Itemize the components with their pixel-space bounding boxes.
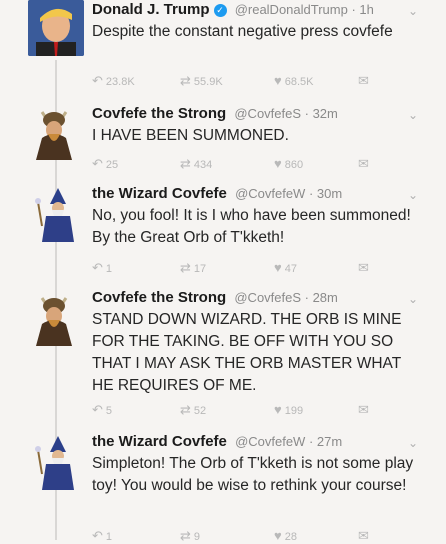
tweet-text: No, you fool! It is I who have been summ… [92, 207, 411, 246]
reply-button[interactable]: ↶ 1 [92, 260, 112, 276]
message-icon: ✉ [358, 156, 369, 171]
retweet-icon: ⇄ [180, 402, 191, 417]
like-count: 860 [284, 159, 304, 171]
reply-count: 1 [105, 263, 113, 275]
tweet-actions: ↶ 23.8K ⇄ 55.9K ♥ 68.5K ✉ [92, 73, 392, 89]
reply-icon: ↶ [92, 260, 103, 275]
tweet-thread: Donald J. Trump ✓ @realDonaldTrump · 1h ⌄… [0, 0, 446, 543]
avatar-covfefe-the-strong[interactable] [28, 290, 80, 346]
reply-button[interactable]: ↶ 1 [92, 528, 112, 544]
retweet-button[interactable]: ⇄ 55.9K [180, 73, 223, 89]
author-name[interactable]: Covfefe the Strong [92, 289, 226, 306]
like-button[interactable]: ♥ 860 [274, 156, 303, 171]
reply-count: 25 [105, 159, 119, 171]
message-icon: ✉ [358, 73, 369, 88]
chevron-down-icon[interactable]: ⌄ [408, 106, 418, 125]
retweet-icon: ⇄ [180, 528, 191, 543]
retweet-button[interactable]: ⇄ 434 [180, 156, 212, 172]
author-handle-time[interactable]: @CovfefeS · 32m [234, 106, 338, 121]
tweet-actions: ↶ 25 ⇄ 434 ♥ 860 ✉ [92, 156, 392, 172]
chevron-down-icon[interactable]: ⌄ [408, 186, 418, 205]
retweet-count: 9 [193, 531, 201, 543]
heart-icon: ♥ [274, 528, 282, 543]
like-button[interactable]: ♥ 47 [274, 260, 297, 275]
chevron-down-icon[interactable]: ⌄ [408, 434, 418, 453]
tweet-text: Simpleton! The Orb of T'kketh is not som… [92, 455, 414, 494]
dm-button[interactable]: ✉ [358, 528, 372, 544]
reply-icon: ↶ [92, 156, 103, 171]
retweet-button[interactable]: ⇄ 9 [180, 528, 200, 544]
dm-button[interactable]: ✉ [358, 260, 372, 276]
avatar-wizard-covfefe[interactable] [28, 186, 80, 242]
heart-icon: ♥ [274, 260, 282, 275]
message-icon: ✉ [358, 528, 369, 543]
retweet-count: 52 [193, 405, 207, 417]
like-button[interactable]: ♥ 199 [274, 402, 303, 417]
dm-button[interactable]: ✉ [358, 73, 372, 89]
author-name[interactable]: Donald J. Trump [92, 1, 210, 18]
verified-badge-icon: ✓ [213, 4, 227, 17]
author-name[interactable]: the Wizard Covfefe [92, 433, 227, 450]
reply-count: 5 [105, 405, 113, 417]
author-handle-time[interactable]: @CovfefeS · 28m [234, 290, 338, 305]
like-count: 68.5K [284, 76, 314, 88]
chevron-down-icon[interactable]: ⌄ [408, 2, 418, 21]
tweet-actions: ↶ 5 ⇄ 52 ♥ 199 ✉ [92, 402, 392, 418]
heart-icon: ♥ [274, 73, 282, 88]
tweet-actions: ↶ 1 ⇄ 9 ♥ 28 ✉ [92, 528, 392, 544]
retweet-icon: ⇄ [180, 156, 191, 171]
reply-icon: ↶ [92, 402, 103, 417]
tweet-actions: ↶ 1 ⇄ 17 ♥ 47 ✉ [92, 260, 392, 276]
dm-button[interactable]: ✉ [358, 402, 372, 418]
message-icon: ✉ [358, 260, 369, 275]
reply-count: 1 [105, 531, 113, 543]
avatar-donald-trump[interactable] [28, 0, 84, 56]
tweet-text: STAND DOWN WIZARD. THE ORB IS MINE FOR T… [92, 311, 402, 394]
chevron-down-icon[interactable]: ⌄ [408, 290, 418, 309]
reply-button[interactable]: ↶ 5 [92, 402, 112, 418]
retweet-count: 434 [193, 159, 213, 171]
author-name[interactable]: the Wizard Covfefe [92, 185, 227, 202]
like-count: 199 [284, 405, 304, 417]
avatar-wizard-covfefe[interactable] [28, 434, 80, 490]
reply-button[interactable]: ↶ 25 [92, 156, 118, 172]
author-handle-time[interactable]: @CovfefeW · 30m [235, 186, 342, 201]
tweet-text: Despite the constant negative press covf… [92, 23, 393, 40]
avatar-covfefe-the-strong[interactable] [28, 104, 80, 160]
like-button[interactable]: ♥ 28 [274, 528, 297, 543]
retweet-count: 55.9K [193, 76, 223, 88]
like-count: 28 [284, 531, 297, 543]
retweet-icon: ⇄ [180, 73, 191, 88]
message-icon: ✉ [358, 402, 369, 417]
retweet-button[interactable]: ⇄ 52 [180, 402, 206, 418]
retweet-icon: ⇄ [180, 260, 191, 275]
author-handle-time[interactable]: @realDonaldTrump · 1h [235, 2, 374, 17]
heart-icon: ♥ [274, 402, 282, 417]
reply-button[interactable]: ↶ 23.8K [92, 73, 135, 89]
like-button[interactable]: ♥ 68.5K [274, 73, 313, 88]
reply-icon: ↶ [92, 73, 103, 88]
reply-count: 23.8K [105, 76, 135, 88]
author-name[interactable]: Covfefe the Strong [92, 105, 226, 122]
reply-icon: ↶ [92, 528, 103, 543]
heart-icon: ♥ [274, 156, 282, 171]
tweet-text: I HAVE BEEN SUMMONED. [92, 127, 289, 144]
dm-button[interactable]: ✉ [358, 156, 372, 172]
retweet-button[interactable]: ⇄ 17 [180, 260, 206, 276]
like-count: 47 [284, 263, 297, 275]
author-handle-time[interactable]: @CovfefeW · 27m [235, 434, 342, 449]
retweet-count: 17 [193, 263, 207, 275]
